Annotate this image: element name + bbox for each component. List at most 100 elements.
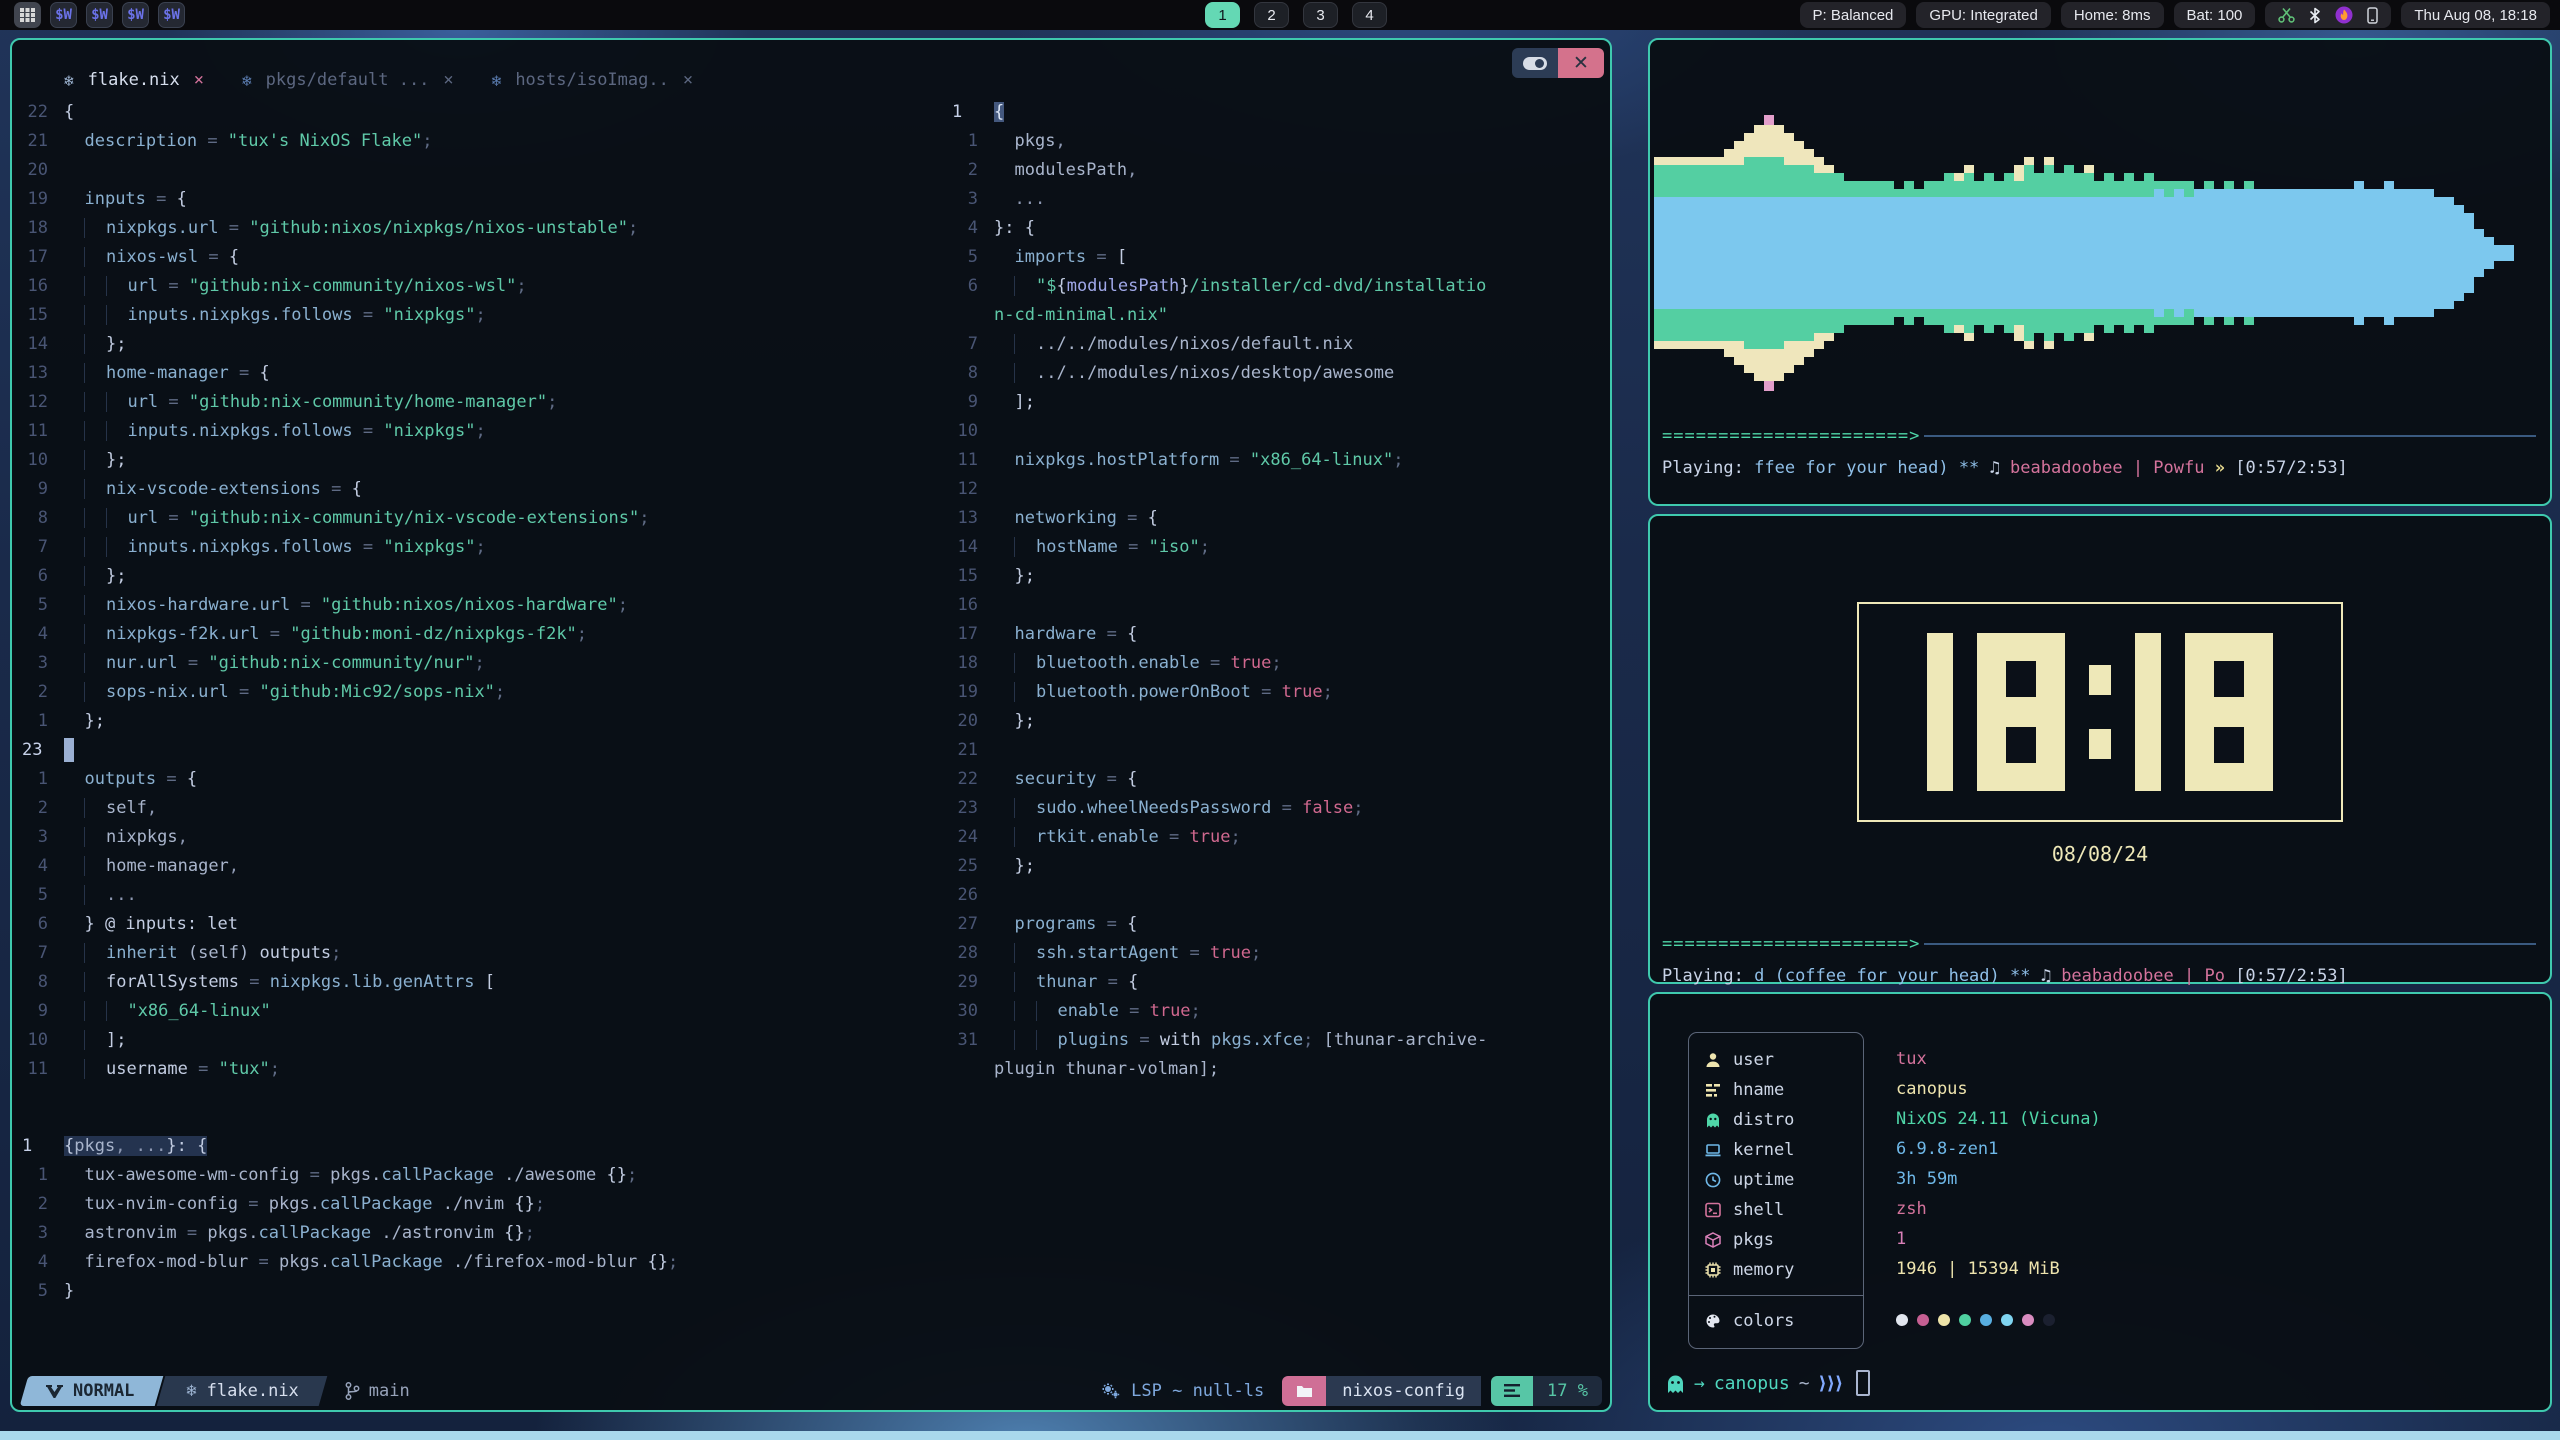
lsp-label: LSP ~ null-ls: [1131, 1381, 1264, 1401]
clock-pill[interactable]: Thu Aug 08, 18:18: [2401, 2, 2550, 28]
status-pills: P: BalancedGPU: IntegratedHome: 8msBat: …: [1800, 2, 2256, 28]
phone-icon[interactable]: [2367, 7, 2378, 24]
neovim-window: ❄flake.nix×❄pkgs/default ...×❄hosts/isoI…: [10, 38, 1612, 1412]
code-line: 20 };: [942, 707, 1604, 736]
code-line: 23 sudo.wheelNeedsPassword = false;: [942, 794, 1604, 823]
workspace-badge[interactable]: $W: [50, 2, 77, 28]
progress-bar: ======================>: [1662, 426, 2536, 446]
app-grid-button[interactable]: [14, 2, 41, 28]
fetch-row-uptime: uptime: [1705, 1165, 1863, 1195]
code-line: 25 };: [942, 852, 1604, 881]
editor-tab[interactable]: ❄pkgs/default ...×: [242, 70, 454, 90]
code-pane-flake[interactable]: 22{21 description = "tux's NixOS Flake";…: [12, 98, 937, 1088]
fetch-row-colors: colors: [1705, 1306, 1863, 1336]
code-line: 29 thunar = {: [942, 968, 1604, 997]
code-line: 14 };: [12, 330, 937, 359]
code-line: 13 networking = {: [942, 504, 1604, 533]
distro-icon: [1705, 1112, 1721, 1128]
workspace-badge[interactable]: $W: [122, 2, 149, 28]
color-dot: [1896, 1314, 1908, 1326]
progress-bar-line: [1924, 435, 2536, 437]
code-line: 10 ];: [12, 1026, 937, 1055]
window-close-button[interactable]: ✕: [1558, 48, 1604, 78]
statusline-filename: flake.nix: [207, 1381, 299, 1401]
branch-name: main: [369, 1381, 410, 1401]
music-app-icon[interactable]: [2335, 6, 2353, 24]
fetch-values: tuxcanopusNixOS 24.11 (Vicuna)6.9.8-zen1…: [1896, 1044, 2101, 1284]
bluetooth-icon[interactable]: [2309, 7, 2321, 24]
color-dot: [2043, 1314, 2055, 1326]
workspace-button-1[interactable]: 1: [1205, 2, 1240, 28]
cwd-folder-segment: [1282, 1376, 1326, 1406]
clock-digit: [1927, 633, 1953, 791]
git-branch: main: [345, 1381, 410, 1401]
now-playing-text: Playing: ffee for your head) ** ♫ beabad…: [1662, 458, 2536, 478]
memory-icon: [1705, 1262, 1721, 1278]
code-pane-pkgs[interactable]: 1{pkgs, ...}: {1 tux-awesome-wm-config =…: [12, 1132, 937, 1342]
window-toggle-button[interactable]: [1512, 48, 1558, 78]
lsp-status: LSP ~ null-ls: [1101, 1381, 1282, 1401]
terminal-cursor: [1856, 1370, 1870, 1396]
tab-label: flake.nix: [88, 70, 180, 90]
code-pane-iso[interactable]: 1{1 pkgs,2 modulesPath,3 ...4}: {5 impor…: [942, 98, 1604, 1088]
code-line: 19 bluetooth.powerOnBoot = true;: [942, 678, 1604, 707]
workspace-badge[interactable]: $W: [86, 2, 113, 28]
fetch-value-kernel: 6.9.8-zen1: [1896, 1134, 2101, 1164]
clock-window: 08/08/24 ======================> Playing…: [1648, 514, 2552, 984]
network-icon[interactable]: [2278, 7, 2295, 23]
cwd-label: nixos-config: [1342, 1381, 1465, 1401]
fetch-row-pkgs: pkgs: [1705, 1225, 1863, 1255]
code-line: 18 nixpkgs.url = "github:nixos/nixpkgs/n…: [12, 214, 937, 243]
code-line: 4 nixpkgs-f2k.url = "github:moni-dz/nixp…: [12, 620, 937, 649]
workspace-switcher: 1234: [1205, 2, 1387, 28]
color-dot: [1938, 1314, 1950, 1326]
editor-tab[interactable]: ❄hosts/isoImag..×: [492, 70, 693, 90]
pkgs-icon: [1705, 1232, 1721, 1248]
workspace-button-4[interactable]: 4: [1352, 2, 1387, 28]
code-line: 3 astronvim = pkgs.callPackage ./astronv…: [12, 1219, 937, 1248]
topbar-right-group: P: BalancedGPU: IntegratedHome: 8msBat: …: [1800, 2, 2550, 28]
nix-flake-icon: ❄: [492, 71, 502, 90]
code-line: 5}: [12, 1277, 937, 1306]
code-line: 5 nixos-hardware.url = "github:nixos/nix…: [12, 591, 937, 620]
code-line: 26: [942, 881, 1604, 910]
statusline-right: LSP ~ null-ls nixos-config 17 %: [1101, 1376, 1602, 1406]
tab-close-icon[interactable]: ×: [194, 70, 204, 90]
code-line: 3 ...: [942, 185, 1604, 214]
code-line: 17 nixos-wsl = {: [12, 243, 937, 272]
fetch-value-shell: zsh: [1896, 1194, 2101, 1224]
workspace-button-3[interactable]: 3: [1303, 2, 1338, 28]
uptime-icon: [1705, 1172, 1721, 1188]
tab-close-icon[interactable]: ×: [443, 70, 453, 90]
vim-icon: [46, 1384, 63, 1399]
folder-icon: [1296, 1384, 1313, 1398]
fetch-value-user: tux: [1896, 1044, 2101, 1074]
ghost-icon: [1666, 1374, 1685, 1393]
tab-close-icon[interactable]: ×: [683, 70, 693, 90]
code-line: 11 username = "tux";: [12, 1055, 937, 1084]
code-line: 8 ../../modules/nixos/desktop/awesome: [942, 359, 1604, 388]
code-line: 8 forAllSystems = nixpkgs.lib.genAttrs [: [12, 968, 937, 997]
window-buttons: ✕: [1512, 48, 1604, 78]
grid-icon: [20, 8, 35, 22]
workspace-badge[interactable]: $W: [158, 2, 185, 28]
nix-flake-icon: ❄: [64, 71, 74, 90]
fetch-label: distro: [1733, 1110, 1794, 1130]
editor-tab[interactable]: ❄ flake.nix ×: [64, 70, 204, 90]
fetch-value-distro: NixOS 24.11 (Vicuna): [1896, 1104, 2101, 1134]
code-line: 6 } @ inputs: let: [12, 910, 937, 939]
code-line: 12 url = "github:nix-community/home-mana…: [12, 388, 937, 417]
tray-icons-pill: [2265, 2, 2391, 28]
code-line: 5 imports = [: [942, 243, 1604, 272]
fetch-value-uptime: 3h 59m: [1896, 1164, 2101, 1194]
code-line: 1 tux-awesome-wm-config = pkgs.callPacka…: [12, 1161, 937, 1190]
fetch-row-shell: shell: [1705, 1195, 1863, 1225]
shell-prompt[interactable]: → canopus ~ ⟩⟩⟩: [1666, 1370, 1870, 1396]
workspace-button-2[interactable]: 2: [1254, 2, 1289, 28]
code-line: 2 tux-nvim-config = pkgs.callPackage ./n…: [12, 1190, 937, 1219]
branch-icon: [345, 1382, 360, 1400]
mode-label: NORMAL: [73, 1381, 134, 1401]
fetch-row-kernel: kernel: [1705, 1135, 1863, 1165]
code-line: 20: [12, 156, 937, 185]
lines-icon: [1504, 1384, 1520, 1398]
